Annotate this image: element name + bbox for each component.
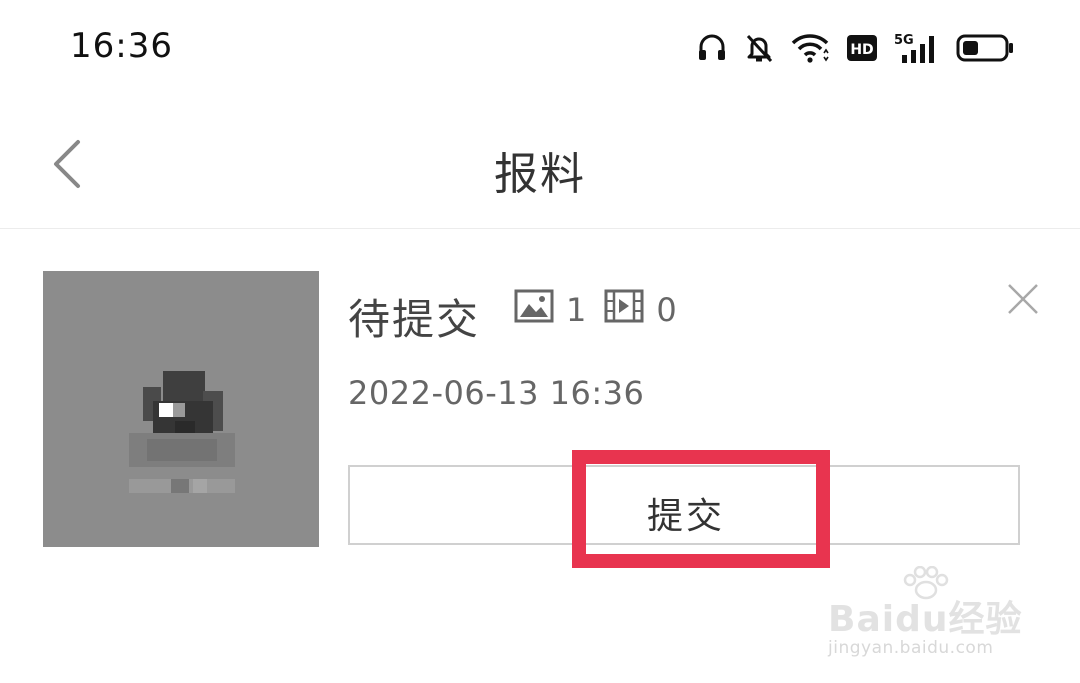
status-bar: 16:36 HD 5G [0, 0, 1080, 96]
submit-button[interactable]: 提交 [348, 465, 1020, 545]
image-count: 1 [566, 291, 587, 329]
wifi-icon [790, 32, 830, 64]
submit-label: 提交 [646, 496, 725, 537]
nav-bar: 报料 [0, 110, 1080, 229]
status-icons: HD 5G [680, 28, 1014, 68]
page-title: 报料 [494, 149, 586, 200]
baidu-watermark: Baidu经验 jingyan.baidu.com [828, 566, 1028, 666]
watermark-brand: Baidu经验 [828, 599, 1023, 640]
pixelated-image [129, 371, 235, 493]
draft-card: 待提交 1 0 2022-06-13 16:36 提交 [0, 240, 1080, 600]
battery-icon [956, 32, 1014, 64]
close-button[interactable] [1006, 282, 1040, 316]
draft-thumbnail[interactable] [43, 271, 319, 547]
hd-icon: HD [846, 32, 878, 64]
video-icon [604, 289, 644, 331]
clock: 16:36 [70, 26, 173, 66]
draft-datetime: 2022-06-13 16:36 [348, 374, 645, 412]
svg-text:HD: HD [850, 42, 873, 58]
image-icon [514, 289, 554, 331]
watermark-url: jingyan.baidu.com [828, 638, 994, 658]
video-count: 0 [656, 291, 677, 329]
draft-status: 待提交 [348, 295, 481, 344]
close-icon [1008, 284, 1038, 314]
svg-text:5G: 5G [894, 33, 914, 48]
bell-muted-icon [744, 32, 774, 64]
media-counts: 1 0 [514, 289, 695, 331]
signal-icon: 5G [894, 31, 940, 65]
headset-icon [696, 32, 728, 64]
